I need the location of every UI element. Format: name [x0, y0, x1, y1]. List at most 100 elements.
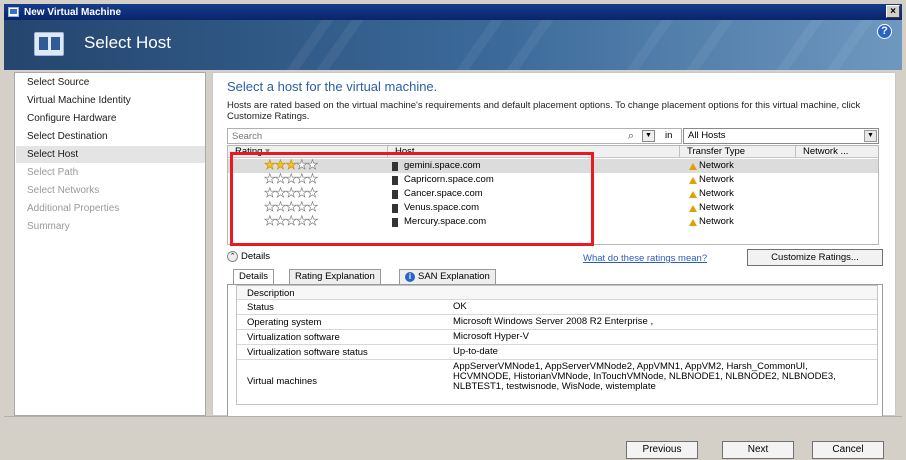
rating-stars: ★★★★★ [264, 185, 319, 200]
step-select-destination[interactable]: Select Destination [27, 131, 108, 142]
filled-star-icon: ★ [264, 157, 276, 172]
details-toggle[interactable]: ⌃ Details [227, 251, 270, 262]
tab-rating-explanation[interactable]: Rating Explanation [289, 269, 381, 284]
details-row: Virtual machines AppServerVMNode1, AppSer… [247, 361, 836, 392]
new-virtual-machine-window: New Virtual Machine × Select Host ? Sele… [0, 0, 906, 460]
chevron-down-icon[interactable]: ▼ [864, 130, 877, 142]
server-icon [392, 204, 398, 213]
warning-icon [689, 191, 697, 198]
host-row[interactable]: ★★★★★ Mercury.space.com Network [228, 213, 878, 229]
empty-star-icon: ★ [285, 171, 297, 186]
step-select-host[interactable]: Select Host [27, 149, 78, 160]
rating-stars: ★★★★★ [264, 171, 319, 186]
tab-san-explanation[interactable]: i SAN Explanation [399, 269, 496, 284]
empty-star-icon: ★ [285, 199, 297, 214]
empty-star-icon: ★ [306, 157, 318, 172]
step-configure-hardware[interactable]: Configure Hardware [27, 113, 117, 124]
transfer-type: Network [699, 160, 734, 171]
empty-star-icon: ★ [306, 185, 318, 200]
wizard-steps: Select Source Virtual Machine Identity C… [14, 72, 206, 416]
host-row[interactable]: ★★★★★ Cancer.space.com Network [228, 185, 878, 201]
tab-details[interactable]: Details [233, 269, 275, 285]
empty-star-icon: ★ [295, 171, 308, 186]
server-icon [392, 162, 398, 171]
wizard-header: Select Host ? [4, 20, 902, 70]
host-group-select[interactable]: All Hosts ▼ [683, 128, 879, 144]
empty-star-icon: ★ [264, 171, 276, 186]
details-row: Virtualization software Microsoft Hyper-V [237, 330, 877, 345]
column-transfer-type[interactable]: Transfer Type [680, 146, 796, 157]
page-title: Select Host [84, 33, 171, 52]
search-options-dropdown[interactable]: ▼ [642, 130, 655, 142]
help-icon[interactable]: ? [877, 24, 892, 39]
rating-stars: ★★★★★ [264, 157, 319, 172]
empty-star-icon: ★ [306, 171, 318, 186]
host-name: gemini.space.com [404, 160, 481, 171]
host-group-value: All Hosts [688, 130, 726, 141]
empty-star-icon: ★ [306, 199, 318, 214]
step-summary: Summary [27, 221, 70, 232]
empty-star-icon: ★ [274, 171, 286, 186]
section-heading: Select a host for the virtual machine. [227, 79, 438, 94]
host-name: Venus.space.com [404, 202, 479, 213]
warning-icon [689, 177, 697, 184]
previous-button[interactable]: Previous [626, 441, 698, 459]
title-bar: New Virtual Machine × [4, 4, 902, 20]
customize-ratings-button[interactable]: Customize Ratings... [747, 249, 883, 266]
empty-star-icon: ★ [306, 213, 318, 228]
column-network[interactable]: Network ... [796, 146, 878, 157]
step-select-source[interactable]: Select Source [27, 77, 89, 88]
host-grid: Rating ▾ Host Transfer Type Network ... … [227, 145, 879, 245]
host-name: Mercury.space.com [404, 216, 487, 227]
ratings-help-link[interactable]: What do these ratings mean? [583, 253, 707, 264]
empty-star-icon: ★ [295, 199, 308, 214]
filled-star-icon: ★ [274, 157, 286, 172]
empty-star-icon: ★ [295, 157, 308, 172]
transfer-type: Network [699, 202, 734, 213]
description-header: Description [247, 288, 295, 299]
empty-star-icon: ★ [274, 213, 286, 228]
warning-icon [689, 219, 697, 226]
host-row[interactable]: ★★★★★ Capricorn.space.com Network [228, 171, 878, 187]
host-name: Cancer.space.com [404, 188, 483, 199]
transfer-type: Network [699, 216, 734, 227]
details-row: Virtualization software status Up-to-date [237, 345, 877, 360]
server-icon [392, 176, 398, 185]
grid-header: Rating ▾ Host Transfer Type Network ... [228, 146, 878, 158]
cancel-button[interactable]: Cancel [812, 441, 884, 459]
close-icon[interactable]: × [886, 5, 900, 18]
empty-star-icon: ★ [285, 213, 297, 228]
empty-star-icon: ★ [264, 199, 276, 214]
search-input[interactable] [227, 128, 682, 144]
collapse-icon[interactable]: ⌃ [227, 251, 238, 262]
wizard-footer: Previous Next Cancel [4, 416, 902, 460]
empty-star-icon: ★ [285, 185, 297, 200]
empty-star-icon: ★ [274, 185, 286, 200]
rating-stars: ★★★★★ [264, 199, 319, 214]
host-name: Capricorn.space.com [404, 174, 494, 185]
empty-star-icon: ★ [295, 185, 308, 200]
in-label: in [665, 130, 673, 141]
search-icon[interactable]: ⌕ [624, 130, 638, 142]
window-icon [8, 7, 19, 17]
host-row[interactable]: ★★★★★ Venus.space.com Network [228, 199, 878, 215]
details-panel: Description Status OK Operating system Mic… [227, 284, 883, 417]
empty-star-icon: ★ [264, 213, 276, 228]
info-icon: i [405, 272, 415, 282]
window-title: New Virtual Machine [24, 6, 122, 18]
step-select-path: Select Path [27, 167, 79, 178]
main-panel: Select a host for the virtual machine. H… [212, 72, 896, 417]
host-row[interactable]: ★★★★★ gemini.space.com Network [228, 157, 878, 173]
empty-star-icon: ★ [264, 185, 276, 200]
details-row: Operating system Microsoft Windows Server… [237, 315, 877, 330]
step-select-networks: Select Networks [27, 185, 100, 196]
warning-icon [689, 205, 697, 212]
step-vm-identity[interactable]: Virtual Machine Identity [27, 95, 131, 106]
next-button[interactable]: Next [722, 441, 794, 459]
step-additional-properties: Additional Properties [27, 203, 120, 214]
column-rating[interactable]: Rating ▾ [228, 146, 388, 157]
rating-stars: ★★★★★ [264, 213, 319, 228]
column-host[interactable]: Host [388, 146, 680, 157]
details-row: Status OK [237, 300, 877, 315]
transfer-type: Network [699, 188, 734, 199]
